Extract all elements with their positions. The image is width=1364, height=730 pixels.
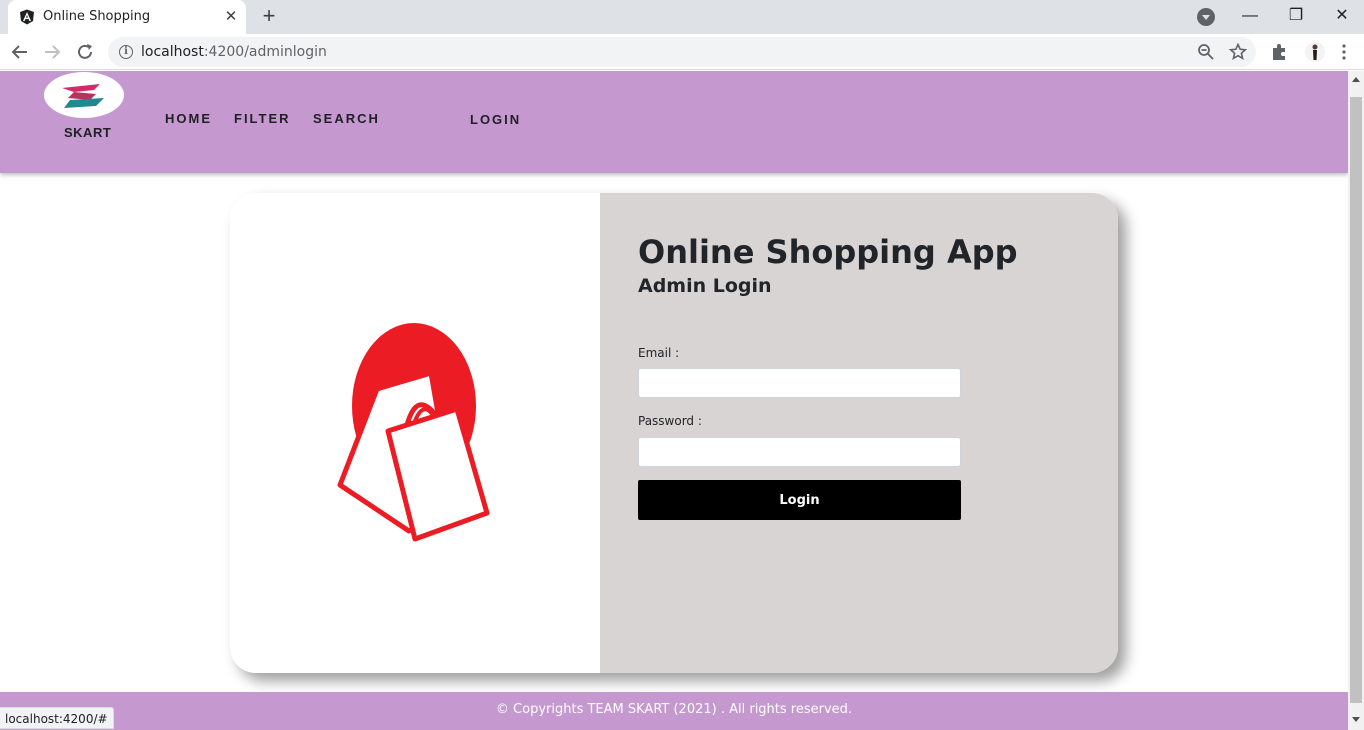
login-card: Online Shopping App Admin Login Email : … [230, 193, 1118, 673]
bookmark-star-icon[interactable] [1228, 42, 1248, 62]
email-label: Email : [638, 346, 680, 360]
angular-icon [20, 9, 34, 25]
forward-icon[interactable] [40, 40, 64, 64]
scroll-up-arrow-icon[interactable] [1352, 77, 1360, 82]
scroll-down-arrow-icon[interactable] [1352, 717, 1360, 722]
minimize-icon[interactable]: — [1238, 4, 1262, 28]
browser-toolbar: i localhost:4200/adminlogin [0, 34, 1364, 70]
page-title: Online Shopping App [638, 233, 1018, 271]
info-icon[interactable]: i [119, 45, 133, 59]
brand-name: SKART [64, 125, 112, 140]
password-field[interactable] [638, 437, 961, 467]
nav-login-link[interactable]: LOGIN [470, 112, 521, 127]
browser-tab[interactable]: Online Shopping ✕ [8, 0, 246, 34]
page-scrollbar[interactable] [1348, 71, 1364, 730]
browser-tab-strip: Online Shopping ✕ + — ❐ ✕ [0, 0, 1364, 34]
nav-filter-link[interactable]: FILTER [234, 111, 291, 126]
browser-menu-icon[interactable] [1334, 42, 1354, 62]
address-bar[interactable]: i localhost:4200/adminlogin [108, 37, 1256, 67]
email-field[interactable] [638, 368, 961, 398]
person-icon [1312, 44, 1318, 60]
reload-icon[interactable] [73, 40, 97, 64]
password-label: Password : [638, 414, 702, 428]
copyright-text: © Copyrights TEAM SKART (2021) . All rig… [495, 702, 853, 717]
zoom-icon[interactable] [1196, 42, 1216, 62]
new-tab-icon[interactable]: + [258, 5, 280, 28]
status-url-bubble: localhost:4200/# [0, 707, 114, 729]
url-text: localhost:4200/adminlogin [141, 44, 327, 60]
close-window-icon[interactable]: ✕ [1330, 4, 1354, 28]
site-header: SKART HOME FILTER SEARCH LOGIN [0, 71, 1348, 173]
brand-logo[interactable] [44, 72, 124, 118]
close-tab-icon[interactable]: ✕ [222, 8, 240, 26]
page-viewport: SKART HOME FILTER SEARCH LOGIN Online Sh… [0, 71, 1348, 730]
scroll-thumb[interactable] [1350, 97, 1362, 703]
tab-search-icon[interactable] [1197, 8, 1215, 26]
skart-logo-icon [62, 84, 104, 108]
site-footer: © Copyrights TEAM SKART (2021) . All rig… [0, 692, 1348, 730]
tab-title: Online Shopping [43, 9, 151, 24]
restore-icon[interactable]: ❐ [1284, 4, 1308, 28]
page-subtitle: Admin Login [638, 275, 772, 297]
nav-home-link[interactable]: HOME [165, 111, 212, 126]
nav-search-link[interactable]: SEARCH [313, 111, 380, 126]
card-image-panel [230, 193, 600, 673]
profile-avatar[interactable] [1305, 42, 1325, 62]
shopping-bags-icon [337, 323, 490, 542]
extensions-icon[interactable] [1269, 42, 1289, 62]
login-form-panel: Online Shopping App Admin Login Email : … [600, 193, 1118, 673]
login-button[interactable]: Login [638, 480, 961, 520]
back-icon[interactable] [8, 40, 32, 64]
